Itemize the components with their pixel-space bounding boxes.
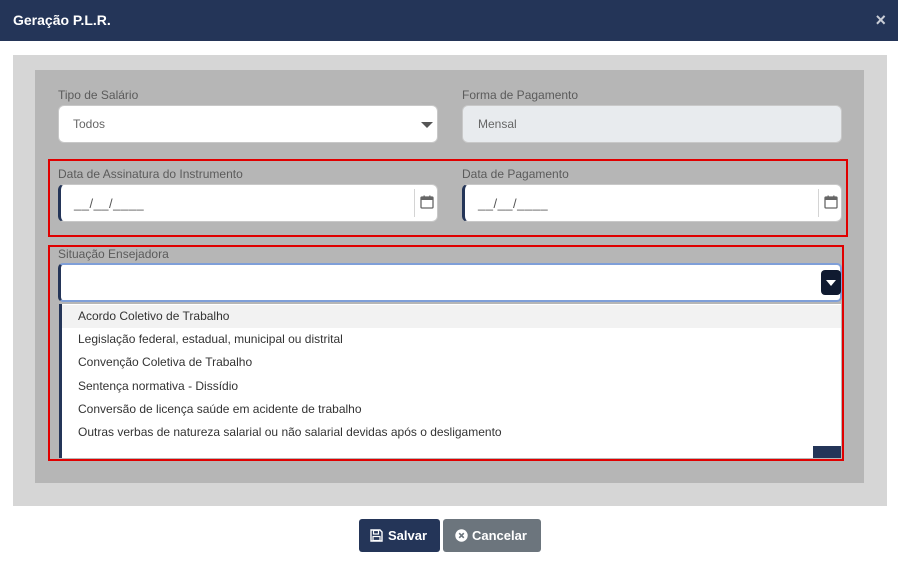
input-divider [818,189,819,217]
tipo-salario-label: Tipo de Salário [58,88,139,102]
data-assinatura-label: Data de Assinatura do Instrumento [58,167,243,181]
data-pagamento-input[interactable]: __/__/____ [462,184,842,222]
forma-pagamento-value: Mensal [478,117,517,131]
calendar-icon[interactable] [824,195,838,209]
close-icon[interactable]: × [875,10,886,30]
tipo-salario-select[interactable]: Todos [58,105,438,143]
forma-pagamento-field: Mensal [462,105,842,143]
cancel-button[interactable]: Cancelar [443,519,541,552]
x-circle-icon [455,529,468,542]
input-divider [414,189,415,217]
plr-dialog: Geração P.L.R. × Tipo de Salário Todos F… [0,0,898,567]
forma-pagamento-label: Forma de Pagamento [462,88,579,102]
save-button-label: Salvar [388,528,428,543]
save-button[interactable]: Salvar [359,519,440,552]
data-assinatura-value: __/__/____ [74,196,145,211]
highlight-situacao [48,245,844,461]
data-pagamento-label: Data de Pagamento [462,167,569,181]
tipo-salario-value: Todos [73,117,106,131]
cancel-button-label: Cancelar [472,528,527,543]
dialog-title: Geração P.L.R. [13,12,111,28]
data-pagamento-value: __/__/____ [478,196,549,211]
save-icon [370,529,383,542]
dialog-header: Geração P.L.R. × [0,0,898,41]
data-assinatura-input[interactable]: __/__/____ [58,184,438,222]
calendar-icon[interactable] [420,195,434,209]
chevron-down-icon [421,122,433,128]
